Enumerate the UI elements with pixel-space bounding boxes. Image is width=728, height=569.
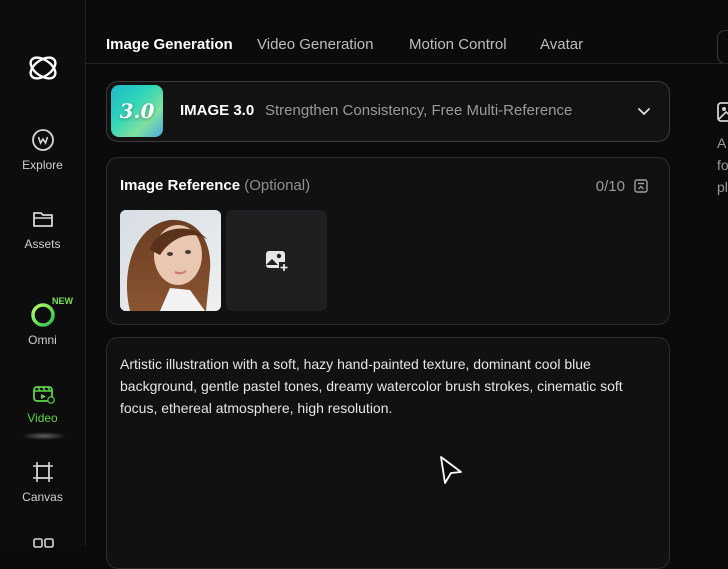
sidebar-item-omni[interactable]: NEW Omni (0, 296, 85, 347)
right-divider (690, 63, 728, 64)
tab-video-generation[interactable]: Video Generation (257, 36, 373, 53)
sidebar-item-explore[interactable]: Explore (0, 127, 85, 172)
canvas-icon (32, 462, 53, 482)
tab-motion-control[interactable]: Motion Control (409, 36, 507, 53)
image-reference-title: Image Reference (Optional) (120, 177, 310, 194)
collapse-icon[interactable] (633, 178, 649, 194)
reference-count: 0/10 (595, 178, 625, 195)
app-logo-icon[interactable] (25, 50, 61, 86)
add-reference-button[interactable] (226, 210, 327, 311)
model-description: Strengthen Consistency, Free Multi-Refer… (265, 102, 573, 119)
video-icon (32, 386, 55, 404)
sidebar-item-canvas[interactable]: Canvas (0, 459, 85, 504)
sidebar-item-label: Omni (28, 333, 57, 347)
image-icon (717, 102, 728, 122)
mouse-cursor-icon (440, 456, 462, 484)
model-thumbnail: 3.0 (111, 85, 163, 137)
right-text-line-1: A (717, 135, 727, 151)
right-text-line-3: pl (717, 179, 728, 195)
model-selector[interactable]: 3.0 IMAGE 3.0 Strengthen Consistency, Fr… (106, 81, 670, 142)
sidebar: Explore Assets NEW Omni Video Canvas (0, 0, 86, 549)
image-reference-label: Image Reference (120, 177, 241, 194)
right-panel: A fo pl (690, 0, 728, 546)
prompt-panel[interactable]: Artistic illustration with a soft, hazy … (106, 337, 670, 569)
image-reference-panel: Image Reference (Optional) 0/10 (106, 157, 670, 325)
sidebar-item-video[interactable]: Video (0, 380, 85, 425)
add-image-icon (266, 251, 289, 272)
sidebar-item-label: Explore (22, 158, 63, 172)
model-name: IMAGE 3.0 (180, 102, 255, 119)
prompt-textarea[interactable]: Artistic illustration with a soft, hazy … (120, 353, 660, 419)
right-text-line-2: fo (717, 157, 728, 173)
sidebar-item-label: Assets (24, 237, 61, 251)
new-badge: NEW (52, 296, 73, 306)
tab-image-generation[interactable]: Image Generation (106, 36, 233, 53)
portrait-image (120, 210, 221, 311)
right-panel-button[interactable] (717, 30, 728, 64)
folder-icon (32, 212, 53, 227)
sidebar-item-label: Video (27, 411, 58, 425)
chevron-down-icon (638, 108, 650, 116)
active-glow (22, 432, 66, 440)
optional-label: (Optional) (244, 177, 311, 194)
tab-avatar[interactable]: Avatar (540, 36, 583, 53)
tabs-divider (86, 63, 690, 64)
sidebar-item-label: Canvas (22, 490, 63, 504)
grid-icon[interactable] (33, 537, 55, 549)
reference-image-thumbnail[interactable] (120, 210, 221, 311)
explore-icon (31, 129, 54, 151)
main-panel: Image Generation Video Generation Motion… (86, 0, 690, 569)
sidebar-item-assets[interactable]: Assets (0, 206, 85, 251)
